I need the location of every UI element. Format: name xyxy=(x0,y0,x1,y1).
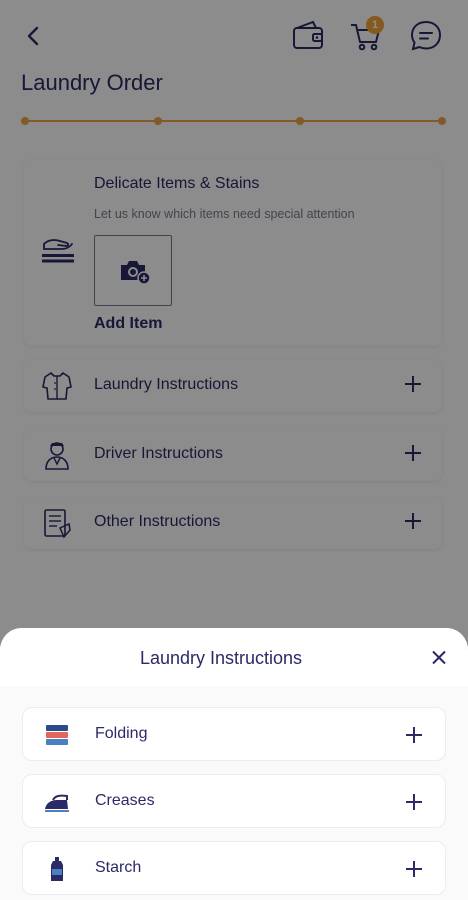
option-starch-label: Starch xyxy=(95,859,142,876)
sheet-title: Laundry Instructions xyxy=(139,648,303,668)
close-icon[interactable] xyxy=(430,649,448,667)
plus-icon[interactable] xyxy=(405,860,423,878)
option-creases[interactable]: Creases xyxy=(22,774,446,828)
plus-icon[interactable] xyxy=(405,726,423,744)
laundry-instructions-sheet: Laundry Instructions Folding Creases Sta… xyxy=(0,628,468,900)
option-folding-label: Folding xyxy=(95,725,148,742)
iron-icon xyxy=(45,794,69,812)
starch-bottle-icon xyxy=(51,857,63,881)
option-creases-label: Creases xyxy=(95,792,155,809)
option-starch[interactable]: Starch xyxy=(22,841,446,895)
option-folding[interactable]: Folding xyxy=(22,707,446,761)
folded-clothes-icon xyxy=(46,725,68,745)
plus-icon[interactable] xyxy=(405,793,423,811)
sheet-header: Laundry Instructions xyxy=(0,628,468,686)
